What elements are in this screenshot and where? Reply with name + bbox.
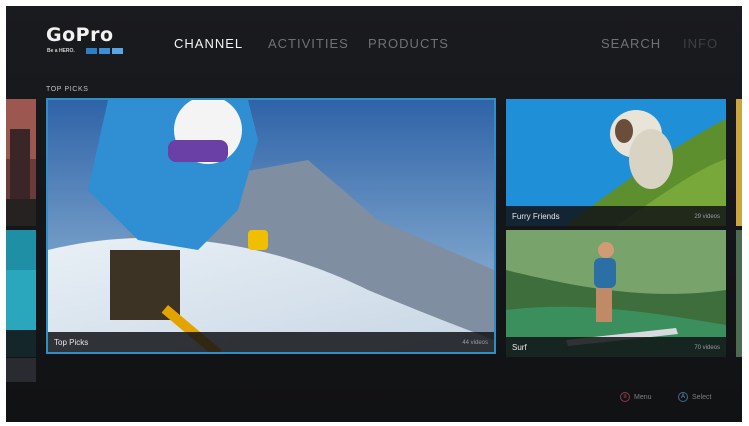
tile-title: Surf [512,343,527,352]
tile-info-bar: Furry Friends 29 videos [506,206,726,226]
tile-furry-friends[interactable]: Furry Friends 29 videos [506,99,726,226]
logo-tagline: Be a HERO. [47,48,75,54]
logo-block [112,48,123,54]
ski-photo [48,100,494,352]
partial-tile-image [6,230,36,357]
partial-tile-right-top[interactable] [736,99,742,226]
tile-info-bar: Surf 70 videos [506,337,726,357]
nav-activities[interactable]: ACTIVITIES [268,36,349,51]
partial-tile-left-third[interactable] [6,358,36,382]
tile-video-count: 29 videos [694,214,720,220]
logo-block [99,48,110,54]
nav-products[interactable]: PRODUCTS [368,36,449,51]
a-button-icon: A [678,392,688,402]
tile-title: Top Picks [54,338,89,347]
nav-info[interactable]: INFO [683,36,718,51]
gopro-logo: GoPro Be a HERO. [46,24,138,58]
menu-button-icon: ≡ [620,392,630,402]
partial-tile-right-bottom[interactable] [736,230,742,357]
tile-top-picks[interactable]: Top Picks 44 videos [46,98,496,354]
tile-video-count: 44 videos [462,340,488,346]
gopro-channel-screen: GoPro Be a HERO. CHANNEL ACTIVITIES PROD… [6,6,742,422]
logo-block [86,48,97,54]
partial-tile-left-top[interactable] [6,99,36,226]
section-title: TOP PICKS [46,86,89,93]
hint-menu-label: Menu [634,393,652,401]
tile-title: Furry Friends [512,212,560,221]
hint-menu: ≡ Menu [620,392,652,402]
partial-tile-left-bottom[interactable] [6,230,36,357]
hint-select: A Select [678,392,711,402]
tile-video-count: 70 videos [694,345,720,351]
tile-surf[interactable]: Surf 70 videos [506,230,726,357]
partial-tile-image [6,99,36,226]
nav-channel[interactable]: CHANNEL [174,36,243,51]
nav-search[interactable]: SEARCH [601,36,661,51]
tile-info-bar: Top Picks 44 videos [48,332,494,352]
logo-wordmark: GoPro [46,24,114,46]
logo-blocks [86,48,123,54]
hint-select-label: Select [692,393,712,401]
